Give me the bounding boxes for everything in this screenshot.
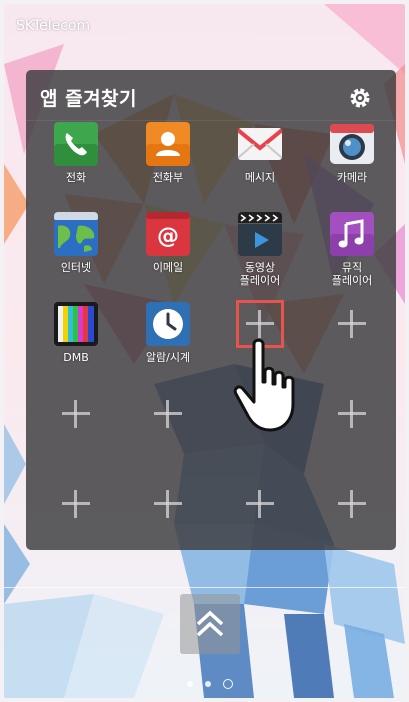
panel-title: 앱 즐겨찾기 [40,88,138,110]
add-icon [338,400,366,428]
music-player-icon [330,212,374,256]
app-internet[interactable]: 인터넷 [30,212,122,302]
app-camera[interactable]: 카메라 [306,122,398,212]
app-label: DMB [63,351,89,364]
app-favorites-panel: 앱 즐겨찾기 전화 전화부 메시지 카메라 인터넷 @ 이메일 동영상 플레이어… [26,70,396,550]
app-label: 인터넷 [60,261,92,274]
svg-text:@: @ [157,224,179,249]
add-app-slot[interactable] [306,302,398,392]
app-drawer-button[interactable] [180,594,240,654]
add-icon [62,490,90,518]
add-app-slot[interactable] [30,482,122,572]
add-icon [62,400,90,428]
app-label: 카메라 [336,171,368,184]
camera-icon [330,124,374,164]
alarm-clock-icon [146,302,190,346]
add-icon [154,400,182,428]
page-dot [205,681,211,687]
gear-icon [350,88,370,108]
page-dot-active [223,679,233,689]
app-messages[interactable]: 메시지 [214,122,306,212]
app-music-player[interactable]: 뮤직 플레이어 [306,212,398,302]
phone-icon [54,122,98,166]
double-chevron-up-icon [196,610,224,637]
settings-button[interactable] [344,82,376,114]
app-email[interactable]: @ 이메일 [122,212,214,302]
add-app-slot[interactable] [214,482,306,572]
add-icon [338,310,366,338]
app-video-player[interactable]: 동영상 플레이어 [214,212,306,302]
app-phone[interactable]: 전화 [30,122,122,212]
carrier-name: SKTelecom [16,18,91,34]
page-dot [187,681,193,687]
email-icon: @ [146,212,190,256]
message-icon [238,128,282,160]
add-app-slot[interactable] [122,392,214,482]
app-label: 전화부 [152,171,184,184]
app-label: 전화 [65,171,87,184]
dock-divider [4,587,405,588]
add-icon [246,490,274,518]
app-label: 동영상 플레이어 [239,261,281,287]
add-app-slot[interactable] [30,392,122,482]
add-app-slot[interactable] [122,482,214,572]
add-icon [154,490,182,518]
app-contacts[interactable]: 전화부 [122,122,214,212]
dmb-icon [54,302,98,346]
pointing-hand-icon [233,338,295,432]
home-screen: SKTelecom 앱 즐겨찾기 전화 전화부 메시지 카메라 인터넷 @ 이메… [4,4,405,698]
app-label: 이메일 [152,261,184,274]
app-label: 뮤직 플레이어 [331,261,373,287]
app-label: 알람/시계 [145,351,191,364]
app-label: 메시지 [244,171,276,184]
panel-divider [26,120,396,121]
page-indicator [180,677,240,691]
add-app-slot[interactable] [306,392,398,482]
add-app-slot[interactable] [306,482,398,572]
video-player-icon [238,212,282,256]
contacts-icon [146,122,190,166]
app-alarm-clock[interactable]: 알람/시계 [122,302,214,392]
internet-icon [54,212,98,256]
app-dmb[interactable]: DMB [30,302,122,392]
add-icon [338,490,366,518]
